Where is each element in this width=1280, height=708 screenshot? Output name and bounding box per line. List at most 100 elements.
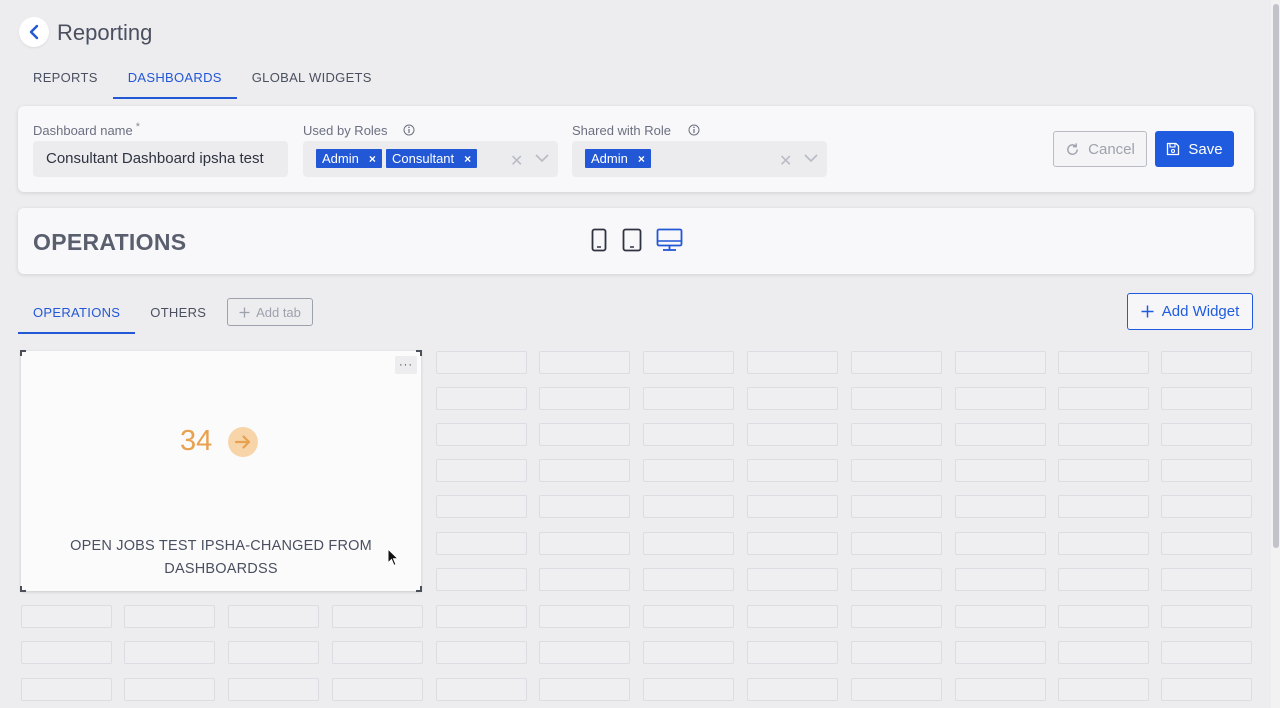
grid-cell — [1161, 532, 1252, 555]
grid-cell — [643, 495, 734, 518]
grid-cell — [1058, 351, 1149, 374]
dashboard-tabs: OPERATIONS OTHERS — [18, 292, 221, 334]
grid-cell — [747, 532, 838, 555]
grid-cell — [1058, 641, 1149, 664]
grid-cell — [955, 568, 1046, 591]
grid-cell — [1058, 532, 1149, 555]
grid-cell — [955, 387, 1046, 410]
resize-handle[interactable] — [20, 350, 26, 356]
clear-icon[interactable]: ✕ — [510, 151, 523, 171]
grid-cell — [851, 459, 942, 482]
grid-cell — [1161, 459, 1252, 482]
grid-cell — [1161, 568, 1252, 591]
grid-cell — [21, 605, 112, 628]
dashboard-name-input[interactable]: Consultant Dashboard ipsha test — [33, 141, 288, 177]
widget-menu-button[interactable]: ··· — [395, 356, 417, 374]
chevron-down-icon[interactable] — [535, 154, 549, 163]
plus-icon — [239, 307, 250, 317]
grid-cell — [643, 678, 734, 701]
grid-cell — [747, 641, 838, 664]
grid-cell — [747, 459, 838, 482]
grid-cell — [747, 605, 838, 628]
tablet-icon[interactable] — [622, 228, 642, 252]
resize-handle[interactable] — [416, 350, 422, 356]
grid-cell — [851, 495, 942, 518]
widget-card[interactable]: ··· 34 OPEN JOBS TEST IPSHA-CHANGED FROM… — [20, 350, 422, 592]
grid-cell — [436, 532, 527, 555]
shared-with-role-label: Shared with Role — [572, 123, 671, 138]
grid-cell — [1161, 495, 1252, 518]
widget-open-button[interactable] — [228, 427, 258, 457]
tab-operations[interactable]: OPERATIONS — [18, 292, 136, 334]
used-by-roles-select[interactable]: Admin × Consultant × ✕ — [303, 141, 558, 177]
grid-cell — [851, 568, 942, 591]
add-tab-button[interactable]: Add tab — [227, 298, 313, 326]
grid-cell — [21, 641, 112, 664]
grid-cell — [955, 605, 1046, 628]
back-button[interactable] — [19, 17, 49, 47]
page-title: Reporting — [57, 20, 153, 45]
grid-cell — [643, 387, 734, 410]
grid-cell — [747, 568, 838, 591]
grid-cell — [747, 387, 838, 410]
grid-cell — [643, 641, 734, 664]
add-widget-button[interactable]: Add Widget — [1127, 293, 1253, 330]
used-by-roles-label: Used by Roles — [303, 123, 388, 138]
grid-cell — [851, 532, 942, 555]
tab-others[interactable]: OTHERS — [135, 292, 221, 332]
dashboard-name-value: Consultant Dashboard ipsha test — [46, 150, 264, 167]
resize-handle[interactable] — [20, 586, 26, 592]
grid-cell — [851, 423, 942, 446]
grid-cell — [851, 387, 942, 410]
widget-value: 34 — [180, 425, 213, 457]
remove-chip-icon[interactable]: × — [369, 152, 376, 166]
grid-cell — [1058, 678, 1149, 701]
grid-cell — [851, 641, 942, 664]
grid-cell — [539, 678, 630, 701]
grid-cell — [539, 387, 630, 410]
grid-cell — [124, 678, 215, 701]
section-header-card: OPERATIONS — [18, 208, 1254, 274]
grid-cell — [1161, 387, 1252, 410]
clear-icon[interactable]: ✕ — [779, 151, 792, 171]
grid-cell — [539, 459, 630, 482]
grid-cell — [332, 678, 423, 701]
section-title: OPERATIONS — [33, 229, 187, 255]
resize-handle[interactable] — [416, 586, 422, 592]
save-button[interactable]: Save — [1155, 131, 1234, 167]
grid-cell — [955, 532, 1046, 555]
grid-cell — [436, 678, 527, 701]
grid-cell — [1161, 641, 1252, 664]
grid-cell — [955, 641, 1046, 664]
role-chip-admin: Admin × — [585, 149, 651, 168]
required-mark: * — [135, 121, 141, 133]
grid-cell — [955, 678, 1046, 701]
grid-cell — [643, 568, 734, 591]
remove-chip-icon[interactable]: × — [638, 152, 645, 166]
tab-reports[interactable]: REPORTS — [18, 57, 113, 97]
save-icon — [1167, 142, 1180, 156]
grid-cell — [539, 351, 630, 374]
mobile-icon[interactable] — [591, 228, 607, 252]
chevron-down-icon[interactable] — [804, 154, 818, 163]
tab-dashboards[interactable]: DASHBOARDS — [112, 57, 237, 99]
scrollbar-thumb[interactable] — [1273, 4, 1279, 548]
grid-cell — [124, 641, 215, 664]
shared-with-role-select[interactable]: Admin × ✕ — [572, 141, 827, 177]
grid-cell — [21, 678, 112, 701]
main-tabs: REPORTS DASHBOARDS GLOBAL WIDGETS — [18, 57, 387, 99]
cancel-button[interactable]: Cancel — [1053, 131, 1147, 167]
desktop-icon[interactable] — [656, 228, 683, 252]
info-icon — [688, 124, 700, 136]
tab-global-widgets[interactable]: GLOBAL WIDGETS — [237, 57, 387, 97]
refresh-icon — [1067, 142, 1079, 155]
grid-cell — [228, 678, 319, 701]
grid-cell — [955, 423, 1046, 446]
grid-cell — [436, 641, 527, 664]
chevron-left-icon — [29, 24, 39, 40]
grid-cell — [747, 495, 838, 518]
grid-cell — [1058, 605, 1149, 628]
grid-cell — [851, 605, 942, 628]
remove-chip-icon[interactable]: × — [464, 152, 471, 166]
grid-cell — [851, 351, 942, 374]
